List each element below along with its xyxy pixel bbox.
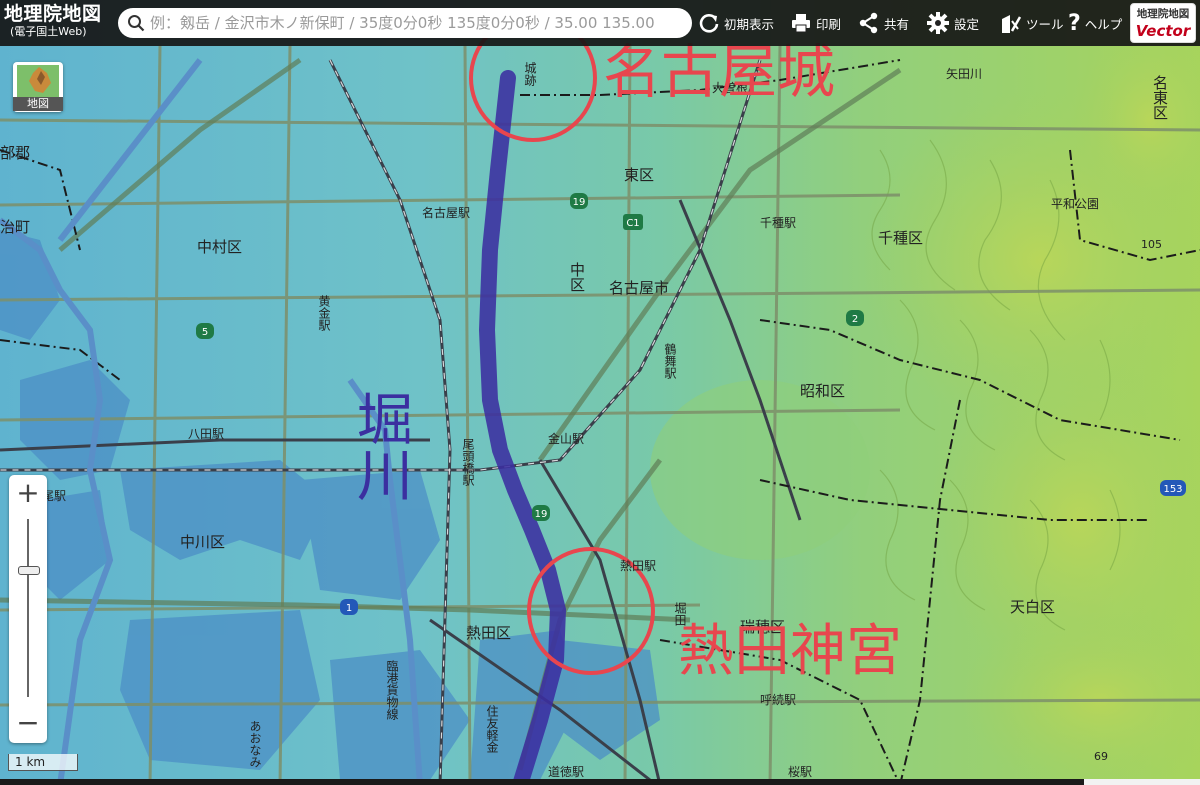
chikusa-ward-label: 千種区 xyxy=(878,229,923,247)
scale-bar: 1 km xyxy=(8,754,78,771)
tools-button[interactable]: ツール xyxy=(998,0,1064,46)
layer-switch-button[interactable]: 地図 xyxy=(13,62,63,112)
help-button[interactable]: ? ヘルプ xyxy=(1068,0,1122,46)
dotoku-station-label: 道徳駅 xyxy=(548,764,584,779)
kitanagoya-district-label: 部郡 xyxy=(0,144,30,162)
share-label: 共有 xyxy=(884,16,910,32)
tools-icon xyxy=(1002,15,1022,33)
help-icon: ? xyxy=(1068,10,1081,36)
search-icon[interactable] xyxy=(127,14,145,32)
aonami-label: あおなみ xyxy=(248,720,262,768)
zoom-out-button[interactable]: − xyxy=(9,705,47,743)
zoom-in-button[interactable]: + xyxy=(9,475,47,513)
atsuta-station-label: 熱田駅 xyxy=(620,559,656,573)
heiwa-park-label: 平和公園 xyxy=(1051,197,1099,211)
layer-label: 地図 xyxy=(13,97,63,111)
route-19b-shield: 19 xyxy=(532,505,550,521)
yobitsugi-station-label: 呼続駅 xyxy=(760,693,796,707)
atsuta-shrine-label: 熱田神宮 xyxy=(678,619,902,684)
sumitomo-label: 住友軽金 xyxy=(485,705,499,753)
yada-river-label: 矢田川 xyxy=(946,67,982,81)
zoom-control: + − xyxy=(9,475,47,743)
nakagawa-ward-label: 中川区 xyxy=(180,533,225,551)
svg-text:C1: C1 xyxy=(626,218,639,229)
share-icon xyxy=(859,12,878,34)
vector-bottom-label: Vector xyxy=(1135,22,1191,40)
naka-ward-label: 中区 xyxy=(568,262,586,292)
tools-label: ツール xyxy=(1026,16,1064,32)
terrain-map[interactable]: 19 19 C1 5 2 1 153 城跡 矢田川 大曽根 東区 名古屋駅 千種… xyxy=(0,0,1200,785)
bottom-panel xyxy=(1084,779,1200,785)
reset-label: 初期表示 xyxy=(724,16,775,32)
reset-view-button[interactable]: 初期表示 xyxy=(698,0,774,46)
nagoya-city-label: 名古屋市 xyxy=(609,279,669,297)
peak-69-label: 69 xyxy=(1094,750,1108,763)
route-c1-shield: C1 xyxy=(623,214,643,230)
atsuta-ward-label: 熱田区 xyxy=(466,624,511,642)
route-2-shield: 2 xyxy=(846,310,864,326)
meito-ward-label: 名東区 xyxy=(1151,75,1169,120)
svg-text:1: 1 xyxy=(346,603,352,614)
svg-text:19: 19 xyxy=(535,509,548,520)
ama-town-label: 治町 xyxy=(0,218,30,236)
map-thumbnail-icon xyxy=(17,65,59,97)
app-brand[interactable]: 地理院地図 (電子国土Web) xyxy=(4,3,114,39)
printer-icon xyxy=(792,14,810,33)
zoom-slider-track[interactable] xyxy=(27,519,29,697)
svg-text:2: 2 xyxy=(852,314,858,325)
route-1-shield: 1 xyxy=(340,599,358,615)
help-label: ヘルプ xyxy=(1084,16,1123,32)
tempaku-ward-label: 天白区 xyxy=(1010,598,1055,616)
peak-105-label: 105 xyxy=(1141,238,1162,251)
route-19-shield: 19 xyxy=(570,193,588,209)
kogane-station-label: 黄金駅 xyxy=(317,295,331,332)
vector-top-label: 地理院地図 xyxy=(1136,8,1190,20)
chikusa-station-label: 千種駅 xyxy=(760,216,796,230)
route-5-shield: 5 xyxy=(196,323,214,339)
app-title: 地理院地図 xyxy=(4,3,102,25)
showa-ward-label: 昭和区 xyxy=(800,382,845,400)
zoom-slider-handle[interactable] xyxy=(18,566,40,575)
nagoya-station-label: 名古屋駅 xyxy=(422,205,470,220)
gear-icon xyxy=(927,12,949,34)
top-toolbar: 地理院地図 (電子国土Web) 初期表示 印刷 共有 設定 ツール ? ヘルプ … xyxy=(0,0,1200,46)
reset-icon xyxy=(699,14,719,33)
svg-text:5: 5 xyxy=(202,327,208,338)
east-ward-label: 東区 xyxy=(624,166,654,184)
sakura-station-label: 桜駅 xyxy=(788,765,812,779)
hatta-station-label: 八田駅 xyxy=(188,427,224,441)
horikawa-label: 堀川 xyxy=(348,390,413,502)
vector-map-button[interactable]: 地理院地図 Vector xyxy=(1130,3,1196,43)
search-input[interactable] xyxy=(150,8,684,38)
svg-text:19: 19 xyxy=(573,197,586,208)
print-label: 印刷 xyxy=(816,16,842,32)
app-subtitle: (電子国土Web) xyxy=(10,25,87,38)
bottom-strip xyxy=(0,779,1200,785)
share-button[interactable]: 共有 xyxy=(858,0,909,46)
nagoya-castle-label: 名古屋城 xyxy=(603,38,835,106)
route-153-shield: 153 xyxy=(1160,480,1186,496)
tsurumai-station-label: 鶴舞駅 xyxy=(663,342,677,380)
svg-text:153: 153 xyxy=(1163,484,1182,495)
settings-button[interactable]: 設定 xyxy=(926,0,979,46)
settings-label: 設定 xyxy=(954,16,980,32)
search-box[interactable] xyxy=(118,8,692,38)
print-button[interactable]: 印刷 xyxy=(790,0,841,46)
rinko-line-label: 臨港貨物線 xyxy=(385,660,399,720)
castle-ruins-label: 城跡 xyxy=(523,62,537,87)
nakamura-ward-label: 中村区 xyxy=(197,238,242,256)
otobashi-station-label: 尾頭橋駅 xyxy=(461,438,475,487)
kanayama-station-label: 金山駅 xyxy=(548,431,584,446)
